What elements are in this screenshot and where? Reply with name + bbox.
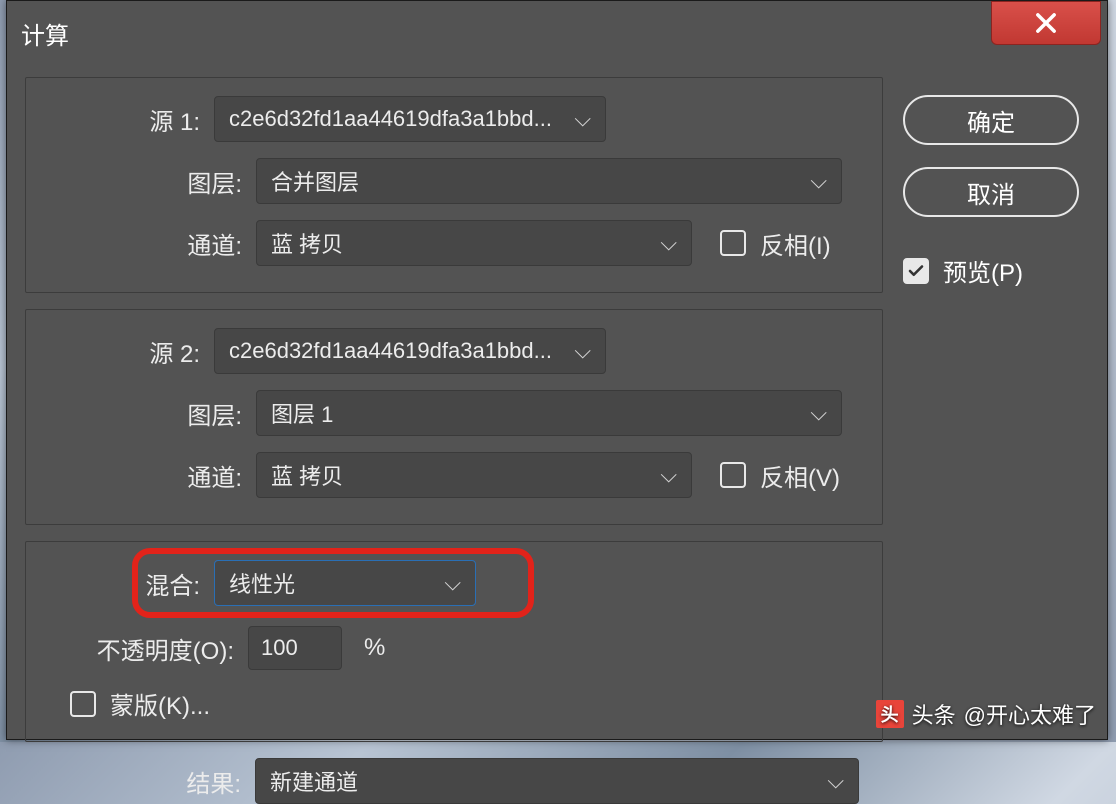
watermark: 头 头条 @开心太难了	[876, 698, 1096, 730]
chevron-down-icon: ⌵	[827, 768, 844, 794]
mask-label: 蒙版(K)...	[110, 686, 210, 721]
source2-file-dropdown[interactable]: c2e6d32fd1aa44619dfa3a1bbd... ⌵	[214, 328, 606, 374]
source1-channel-value: 蓝 拷贝	[271, 227, 343, 259]
source2-channel-value: 蓝 拷贝	[271, 459, 343, 491]
source1-invert-label: 反相(I)	[760, 226, 831, 261]
close-button[interactable]	[991, 1, 1101, 45]
source2-group: 源 2: c2e6d32fd1aa44619dfa3a1bbd... ⌵ 图层:…	[25, 309, 883, 525]
source2-channel-dropdown[interactable]: 蓝 拷贝 ⌵	[256, 452, 692, 498]
ok-button[interactable]: 确定	[903, 95, 1079, 145]
watermark-handle: @开心太难了	[964, 698, 1096, 730]
result-dropdown[interactable]: 新建通道 ⌵	[255, 758, 859, 804]
source1-channel-dropdown[interactable]: 蓝 拷贝 ⌵	[256, 220, 692, 266]
chevron-down-icon: ⌵	[574, 338, 591, 364]
source2-invert-label: 反相(V)	[760, 458, 840, 493]
source1-file-dropdown[interactable]: c2e6d32fd1aa44619dfa3a1bbd... ⌵	[214, 96, 606, 142]
source1-layer-value: 合并图层	[271, 165, 359, 197]
source2-layer-dropdown[interactable]: 图层 1 ⌵	[256, 390, 842, 436]
source1-group: 源 1: c2e6d32fd1aa44619dfa3a1bbd... ⌵ 图层:…	[25, 77, 883, 293]
preview-label: 预览(P)	[943, 253, 1023, 288]
chevron-down-icon: ⌵	[660, 462, 677, 488]
chevron-down-icon: ⌵	[810, 400, 827, 426]
source2-layer-label: 图层:	[26, 396, 256, 431]
chevron-down-icon: ⌵	[810, 168, 827, 194]
source2-invert-checkbox[interactable]	[720, 462, 746, 488]
source2-layer-value: 图层 1	[271, 397, 333, 429]
preview-checkbox[interactable]	[903, 258, 929, 284]
source1-layer-dropdown[interactable]: 合并图层 ⌵	[256, 158, 842, 204]
blend-mode-dropdown[interactable]: 线性光 ⌵	[214, 560, 476, 606]
blend-group: 混合: 线性光 ⌵ 不透明度(O): 100 % 蒙版(K)...	[25, 541, 883, 742]
source1-channel-label: 通道:	[26, 226, 256, 261]
chevron-down-icon: ⌵	[444, 570, 461, 596]
opacity-input[interactable]: 100	[248, 626, 342, 670]
source1-label: 源 1:	[26, 102, 214, 137]
mask-checkbox[interactable]	[70, 691, 96, 717]
result-label: 结果:	[25, 764, 255, 799]
result-value: 新建通道	[270, 765, 358, 797]
chevron-down-icon: ⌵	[574, 106, 591, 132]
opacity-unit: %	[364, 634, 385, 662]
watermark-brand: 头条	[912, 698, 956, 730]
source2-channel-label: 通道:	[26, 458, 256, 493]
source1-layer-label: 图层:	[26, 164, 256, 199]
dialog-title: 计算	[21, 16, 69, 51]
opacity-label: 不透明度(O):	[26, 631, 248, 666]
source2-label: 源 2:	[26, 334, 214, 369]
blend-label: 混合:	[26, 566, 214, 601]
source2-file-value: c2e6d32fd1aa44619dfa3a1bbd...	[229, 338, 552, 364]
close-icon	[1032, 9, 1060, 37]
titlebar: 计算	[7, 1, 1107, 65]
chevron-down-icon: ⌵	[660, 230, 677, 256]
cancel-button[interactable]: 取消	[903, 167, 1079, 217]
source1-invert-checkbox[interactable]	[720, 230, 746, 256]
calculations-dialog: 计算 源 1: c2e6d32fd1aa44619dfa3a1bbd... ⌵ …	[6, 0, 1108, 740]
watermark-icon: 头	[876, 700, 904, 728]
source1-file-value: c2e6d32fd1aa44619dfa3a1bbd...	[229, 106, 552, 132]
blend-mode-value: 线性光	[229, 567, 295, 599]
